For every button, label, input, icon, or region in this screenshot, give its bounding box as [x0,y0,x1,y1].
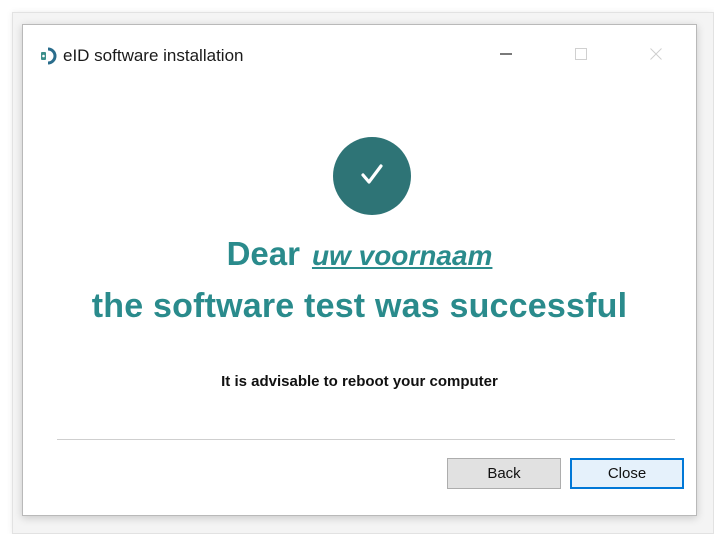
footer-divider [57,439,675,440]
window-close-button[interactable] [636,39,676,73]
installer-window: eID software installation Dear uw voorna… [22,24,697,516]
success-badge [333,137,411,215]
reboot-advice: It is advisable to reboot your computer [221,373,498,390]
window-title: eID software installation [63,46,244,65]
close-button[interactable]: Close [570,458,684,489]
back-button[interactable]: Back [447,458,561,489]
maximize-button[interactable] [561,39,601,73]
minimize-button[interactable] [486,39,526,73]
minimize-icon [499,47,513,66]
checkmark-icon [357,159,387,194]
title-bar: eID software installation [23,25,696,87]
maximize-icon [574,47,588,66]
close-icon [649,47,663,66]
greeting-prefix: Dear [226,235,300,272]
success-message: the software test was successful [91,287,628,325]
greeting-line: Dear uw voornaam [23,235,696,273]
eid-card-icon [40,47,58,65]
user-name: uw voornaam [311,240,493,271]
